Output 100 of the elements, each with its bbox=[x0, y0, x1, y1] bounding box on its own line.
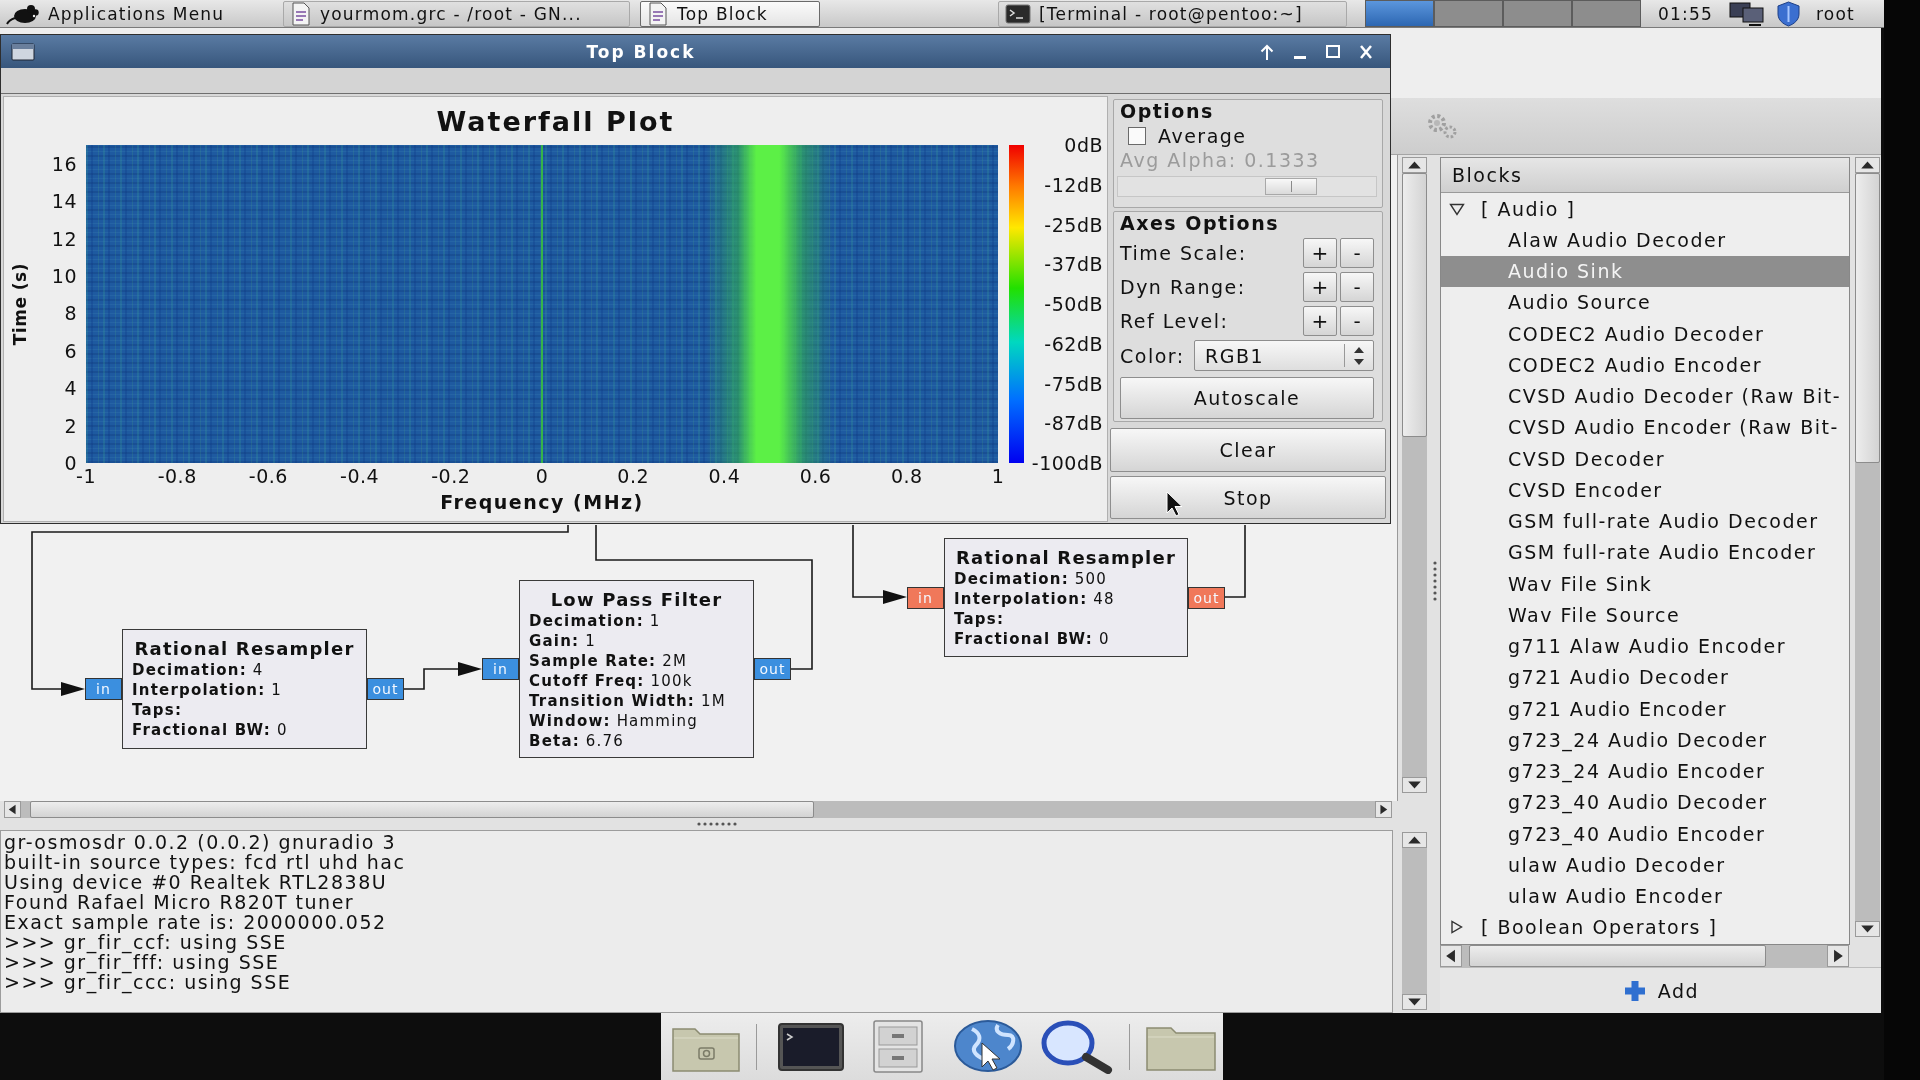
colorbar-label: -12dB bbox=[1044, 174, 1103, 195]
increase-button[interactable]: + bbox=[1303, 272, 1337, 302]
flowgraph-block[interactable]: Rational Resampler Decimation: 4 Interpolation: 1 Taps: Fractional BW: 0 bbox=[122, 629, 367, 749]
colorbar-label: 0dB bbox=[1064, 135, 1103, 155]
tree-item[interactable]: Audio Source bbox=[1441, 286, 1849, 318]
tree-item[interactable]: ulaw Audio Encoder bbox=[1441, 880, 1849, 912]
checkbox-label[interactable]: Average bbox=[1158, 125, 1247, 147]
flowgraph-block[interactable]: Low Pass Filter Decimation: 1 Gain: 1 Sample Rate: 2M Cutoff Freq: 100k Transition Width: 1M Window: Hamming Beta: 6.76 bbox=[519, 580, 754, 758]
terminal-icon[interactable] bbox=[777, 1021, 845, 1072]
field-label: Ref Level: bbox=[1120, 310, 1230, 332]
vertical-scrollbar[interactable] bbox=[1402, 832, 1427, 1010]
group-title: Options bbox=[1120, 101, 1214, 122]
tree-item[interactable]: [ Boolean Operators ] bbox=[1441, 911, 1849, 943]
triangle-right-icon[interactable] bbox=[1375, 801, 1392, 818]
tree-item[interactable]: g723_24 Audio Encoder bbox=[1441, 755, 1849, 787]
tree-item[interactable]: g721 Audio Decoder bbox=[1441, 661, 1849, 693]
add-button[interactable]: Add bbox=[1613, 974, 1708, 1007]
block-param: Decimation: 500 bbox=[954, 569, 1109, 589]
colorbar-label: -75dB bbox=[1044, 373, 1103, 394]
tree-item[interactable]: g723_40 Audio Encoder bbox=[1441, 818, 1849, 850]
triangle-left-icon[interactable] bbox=[1440, 945, 1462, 967]
triangle-left-icon[interactable] bbox=[4, 801, 21, 818]
tree-item[interactable]: CVSD Audio Decoder (Raw Bit- bbox=[1441, 380, 1849, 412]
triangle-down-icon[interactable] bbox=[1449, 201, 1465, 216]
monitors-icon[interactable] bbox=[1727, 0, 1767, 27]
increase-button[interactable]: + bbox=[1303, 238, 1337, 268]
grip-dots-icon[interactable] bbox=[696, 821, 738, 827]
tree-item[interactable]: Wav File Sink bbox=[1441, 568, 1849, 600]
color-dropdown[interactable]: RGB1 bbox=[1194, 340, 1374, 371]
triangle-up-icon[interactable] bbox=[1402, 832, 1427, 848]
triangle-down-icon[interactable] bbox=[1402, 777, 1427, 793]
tree-item[interactable]: CVSD Decoder bbox=[1441, 443, 1849, 475]
user-name: root bbox=[1816, 3, 1855, 24]
tree-item[interactable]: Wav File Source bbox=[1441, 599, 1849, 631]
triangle-right-icon[interactable] bbox=[1449, 920, 1465, 935]
block-param: Sample Rate: 2M bbox=[529, 651, 689, 671]
triangle-up-icon[interactable] bbox=[1402, 157, 1427, 173]
tree-item[interactable]: CVSD Encoder bbox=[1441, 474, 1849, 506]
slider-label: Avg Alpha: 0.1333 bbox=[1120, 148, 1320, 172]
column-header: Blocks bbox=[1441, 158, 1849, 193]
horizontal-scrollbar[interactable] bbox=[4, 801, 1392, 818]
triangle-down-icon[interactable] bbox=[1855, 921, 1880, 937]
checkbox[interactable] bbox=[1128, 127, 1146, 145]
decrease-button[interactable]: - bbox=[1340, 272, 1374, 302]
mouse-icon bbox=[6, 2, 40, 25]
clear-button[interactable]: Clear bbox=[1110, 428, 1386, 472]
stop-button[interactable]: Stop bbox=[1110, 476, 1386, 519]
file-cabinet-icon[interactable] bbox=[871, 1019, 925, 1074]
tree-item[interactable]: g721 Audio Encoder bbox=[1441, 693, 1849, 725]
scrollbar-thumb[interactable] bbox=[1402, 173, 1427, 437]
tree-item[interactable]: Alaw Audio Decoder bbox=[1441, 224, 1849, 256]
tree-item[interactable]: CODEC2 Audio Decoder bbox=[1441, 318, 1849, 350]
triangle-right-icon[interactable] bbox=[1827, 945, 1849, 967]
autoscale-button[interactable]: Autoscale bbox=[1120, 377, 1374, 419]
tree-item[interactable]: GSM full-rate Audio Decoder bbox=[1441, 505, 1849, 537]
tree-item[interactable]: g723_40 Audio Decoder bbox=[1441, 786, 1849, 818]
globe-icon[interactable] bbox=[952, 1019, 1024, 1074]
horizontal-scrollbar[interactable] bbox=[1440, 945, 1849, 967]
taskbar-button[interactable]: yourmom.grc - /root - GN... bbox=[283, 0, 630, 27]
block-title: Rational Resampler bbox=[955, 546, 1177, 569]
scrollbar-thumb[interactable] bbox=[30, 801, 814, 818]
colorbar-label: -25dB bbox=[1044, 214, 1103, 235]
tree-item[interactable]: ulaw Audio Decoder bbox=[1441, 849, 1849, 881]
tick-label: -0.8 bbox=[157, 465, 197, 487]
tick-label: 0.4 bbox=[708, 465, 741, 487]
tick-label: 8 bbox=[64, 303, 77, 324]
tick-label: 0 bbox=[535, 465, 549, 487]
scrollbar-thumb[interactable] bbox=[1469, 945, 1766, 967]
taskbar-button[interactable]: [Terminal - root@pentoo:~] bbox=[998, 0, 1347, 27]
flowgraph-block[interactable]: Rational Resampler Decimation: 500 Interpolation: 48 Taps: Fractional BW: 0 bbox=[944, 538, 1188, 657]
tree-item[interactable]: [ Audio ] bbox=[1441, 193, 1849, 225]
block-param: Transition Width: 1M bbox=[529, 691, 727, 711]
triangle-down-icon[interactable] bbox=[1402, 994, 1427, 1010]
field-label: Dyn Range: bbox=[1120, 276, 1247, 298]
applications-menu-button[interactable]: Applications Menu bbox=[0, 0, 257, 27]
tree-item[interactable]: g723_24 Audio Decoder bbox=[1441, 724, 1849, 756]
axis-label: Frequency (MHz) bbox=[440, 491, 644, 513]
grip-dots-icon[interactable] bbox=[1432, 560, 1438, 602]
decrease-button[interactable]: - bbox=[1340, 306, 1374, 336]
tick-label: -0.2 bbox=[431, 465, 471, 487]
block-param: Fractional BW: 0 bbox=[954, 629, 1111, 649]
tree-item[interactable]: CODEC2 Audio Encoder bbox=[1441, 349, 1849, 381]
block-param: Gain: 1 bbox=[529, 631, 597, 651]
block-param: Fractional BW: 0 bbox=[132, 720, 289, 740]
shield-icon[interactable] bbox=[1776, 0, 1801, 27]
console-line: >>> gr_fir_ccc: using SSE bbox=[3, 972, 292, 992]
decrease-button[interactable]: - bbox=[1340, 238, 1374, 268]
taskbar-button[interactable]: Top Block bbox=[640, 0, 820, 27]
tick-label: 4 bbox=[64, 378, 77, 399]
tree-item[interactable]: CVSD Audio Encoder (Raw Bit- bbox=[1441, 411, 1849, 443]
vertical-scrollbar[interactable] bbox=[1402, 157, 1427, 793]
scrollbar-thumb[interactable] bbox=[1855, 173, 1880, 463]
mouse-pointer-icon bbox=[1166, 491, 1184, 517]
triangle-up-icon[interactable] bbox=[1855, 157, 1880, 173]
vertical-scrollbar[interactable] bbox=[1855, 157, 1880, 937]
close-icon bbox=[1360, 44, 1372, 59]
tree-item[interactable]: GSM full-rate Audio Encoder bbox=[1441, 536, 1849, 568]
tick-label: 0 bbox=[64, 453, 77, 473]
tree-item[interactable]: g711 Alaw Audio Encoder bbox=[1441, 630, 1849, 662]
increase-button[interactable]: + bbox=[1303, 306, 1337, 336]
